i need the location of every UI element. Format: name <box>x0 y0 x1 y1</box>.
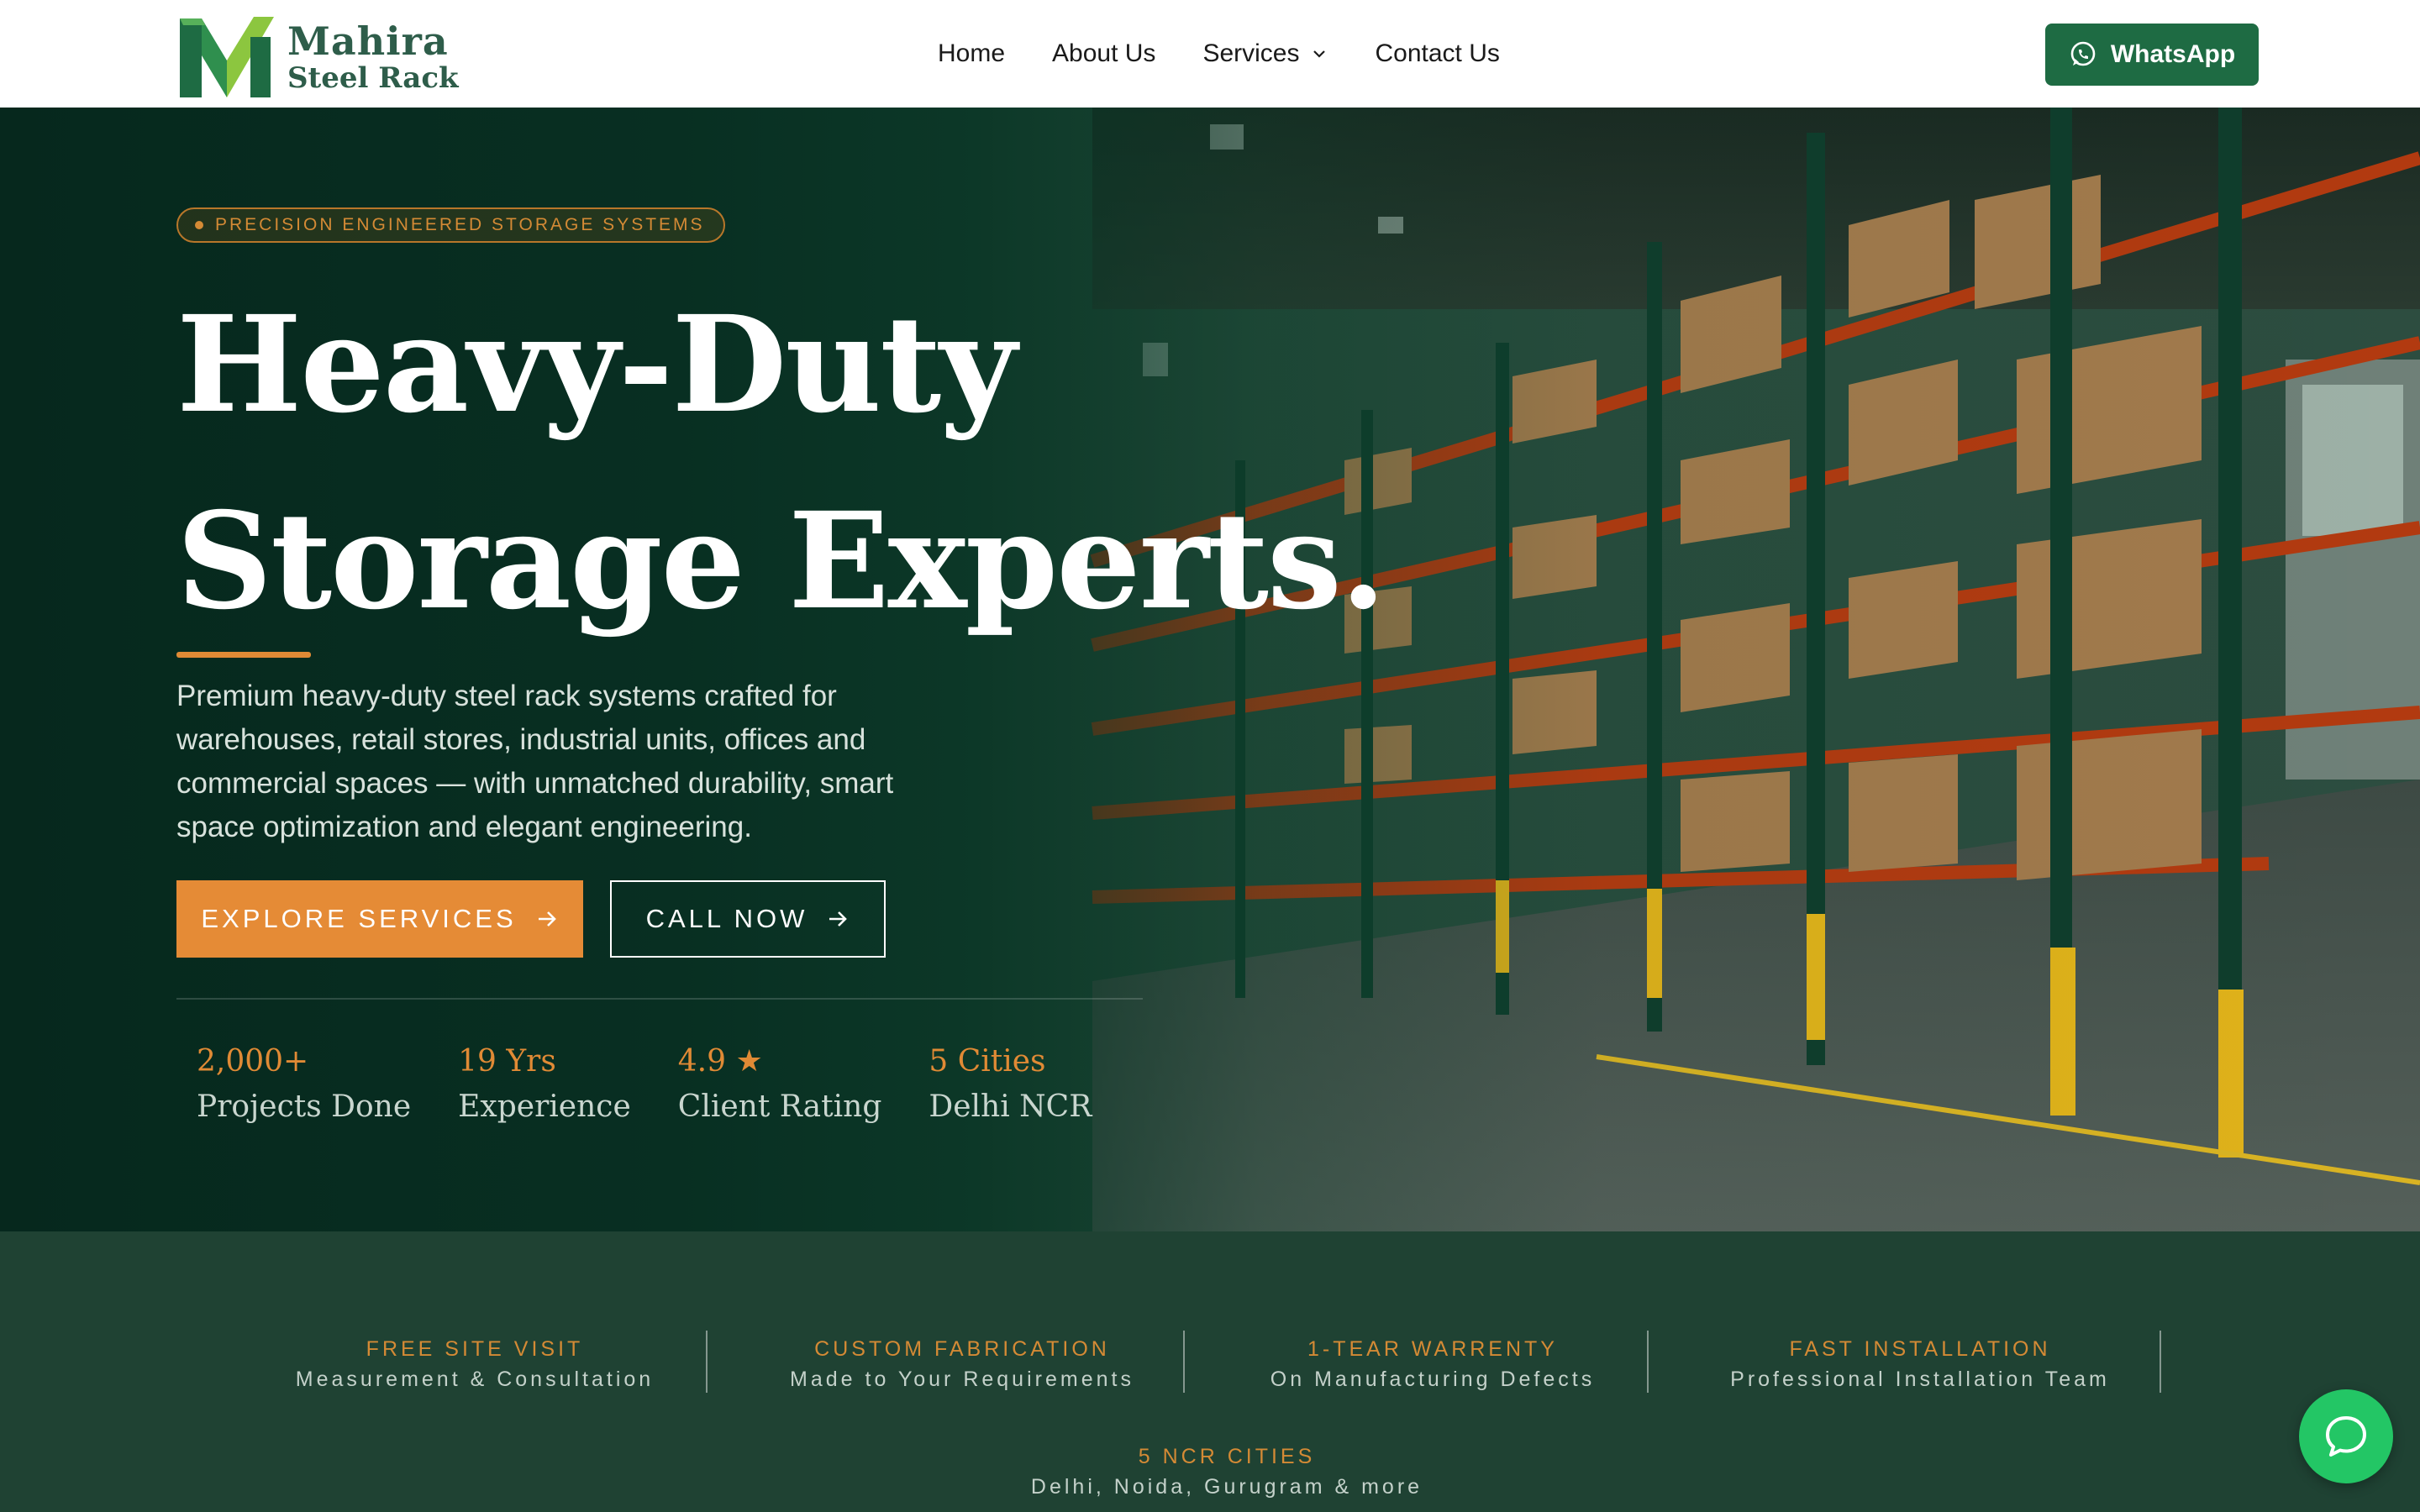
stat-cities: 5 Cities Delhi NCR <box>929 1040 1092 1131</box>
feature-title: CUSTOM FABRICATION <box>814 1337 1110 1361</box>
brand-logo[interactable]: Mahira Steel Rack <box>176 13 459 101</box>
nav-about-us[interactable]: About Us <box>1052 39 1155 68</box>
hero-stats: 2,000+ Projects Done 19 Yrs Experience 4… <box>197 1040 1139 1131</box>
stat-rating: 4.9 ★ Client Rating <box>678 1040 882 1131</box>
feature-title: 1-TEAR WARRENTY <box>1307 1337 1558 1361</box>
nav-about-label: About Us <box>1052 39 1156 67</box>
hero-badge: PRECISION ENGINEERED STORAGE SYSTEMS <box>176 207 725 243</box>
feature-item: FAST INSTALLATION Professional Installat… <box>1706 1334 2134 1394</box>
top-navbar: Mahira Steel Rack Home About Us Services… <box>0 0 2420 108</box>
hero-title: Heavy-Duty Storage Experts. <box>176 267 1386 660</box>
stat-label: Delhi NCR <box>929 1089 1092 1124</box>
stat-value: 19 Yrs <box>458 1044 556 1079</box>
chevron-down-icon <box>1313 50 1326 58</box>
feature-separator <box>1647 1331 1649 1393</box>
stat-value: 2,000+ <box>197 1044 309 1079</box>
nav-services[interactable]: Services <box>1202 39 1328 68</box>
hero-title-line1: Heavy-Duty <box>176 287 1017 443</box>
explore-services-button[interactable]: EXPLORE SERVICES <box>176 880 583 958</box>
nav-services-label: Services <box>1202 39 1300 67</box>
arrow-right-icon <box>538 911 556 927</box>
explore-services-label: EXPLORE SERVICES <box>201 904 517 933</box>
whatsapp-label: WhatsApp <box>2110 40 2236 68</box>
feature-title: FAST INSTALLATION <box>1789 1337 2051 1361</box>
feature-subtitle: Delhi, Noida, Gurugram & more <box>1030 1475 1423 1499</box>
chat-bubble-icon <box>2326 1416 2366 1457</box>
stat-label: Client Rating <box>677 1089 882 1124</box>
hero-description: Premium heavy-duty steel rack systems cr… <box>176 680 894 843</box>
stats-divider <box>176 998 1143 1000</box>
feature-subtitle: Professional Installation Team <box>1730 1368 2110 1391</box>
stat-value: 5 Cities <box>929 1044 1046 1079</box>
feature-separator <box>2160 1331 2161 1393</box>
feature-subtitle: Measurement & Consultation <box>295 1368 655 1391</box>
stat-label: Projects Done <box>197 1089 412 1124</box>
feature-item: 1-TEAR WARRENTY On Manufacturing Defects <box>1235 1334 1630 1394</box>
feature-item: 5 NCR CITIES Delhi, Noida, Gurugram & mo… <box>1000 1441 1454 1502</box>
feature-item: FREE SITE VISIT Measurement & Consultati… <box>277 1334 672 1394</box>
feature-subtitle: Made to Your Requirements <box>790 1368 1134 1391</box>
feature-item: CUSTOM FABRICATION Made to Your Requirem… <box>765 1334 1160 1394</box>
arrow-right-icon <box>829 911 848 927</box>
feature-title: FREE SITE VISIT <box>366 1337 584 1361</box>
hero-badge-label: PRECISION ENGINEERED STORAGE SYSTEMS <box>215 215 705 234</box>
badge-dot-icon <box>195 221 203 229</box>
brand-subtitle: Steel Rack <box>287 61 459 95</box>
call-now-label: CALL NOW <box>645 904 808 933</box>
hero-section: PRECISION ENGINEERED STORAGE SYSTEMS Hea… <box>0 108 2420 1231</box>
title-accent-rule <box>176 652 311 658</box>
stat-experience: 19 Yrs Experience <box>458 1040 631 1131</box>
stat-value: 4.9 ★ <box>677 1044 763 1079</box>
brand-wordmark: Mahira Steel Rack <box>287 20 459 94</box>
feature-separator <box>1183 1331 1185 1393</box>
whatsapp-icon <box>2070 41 2096 66</box>
stat-projects: 2,000+ Projects Done <box>197 1040 411 1131</box>
whatsapp-button[interactable]: WhatsApp <box>2045 24 2259 86</box>
whatsapp-chat-fab[interactable] <box>2299 1389 2393 1483</box>
feature-separator <box>706 1331 708 1393</box>
hero-title-line2: Storage Experts. <box>176 484 1386 639</box>
nav-contact-us[interactable]: Contact Us <box>1375 39 1499 68</box>
brand-name: Mahira <box>287 18 449 64</box>
feature-subtitle: On Manufacturing Defects <box>1270 1368 1596 1391</box>
nav-home-label: Home <box>938 39 1006 67</box>
nav-home[interactable]: Home <box>938 39 1005 68</box>
feature-title: 5 NCR CITIES <box>1138 1445 1316 1468</box>
stat-label: Experience <box>458 1089 631 1124</box>
main-menu: Home About Us Services Contact Us <box>938 0 1547 108</box>
nav-contact-label: Contact Us <box>1375 39 1500 67</box>
m-logo-icon <box>180 17 274 97</box>
call-now-button[interactable]: CALL NOW <box>610 880 886 958</box>
features-bar: FREE SITE VISIT Measurement & Consultati… <box>0 1231 2420 1512</box>
